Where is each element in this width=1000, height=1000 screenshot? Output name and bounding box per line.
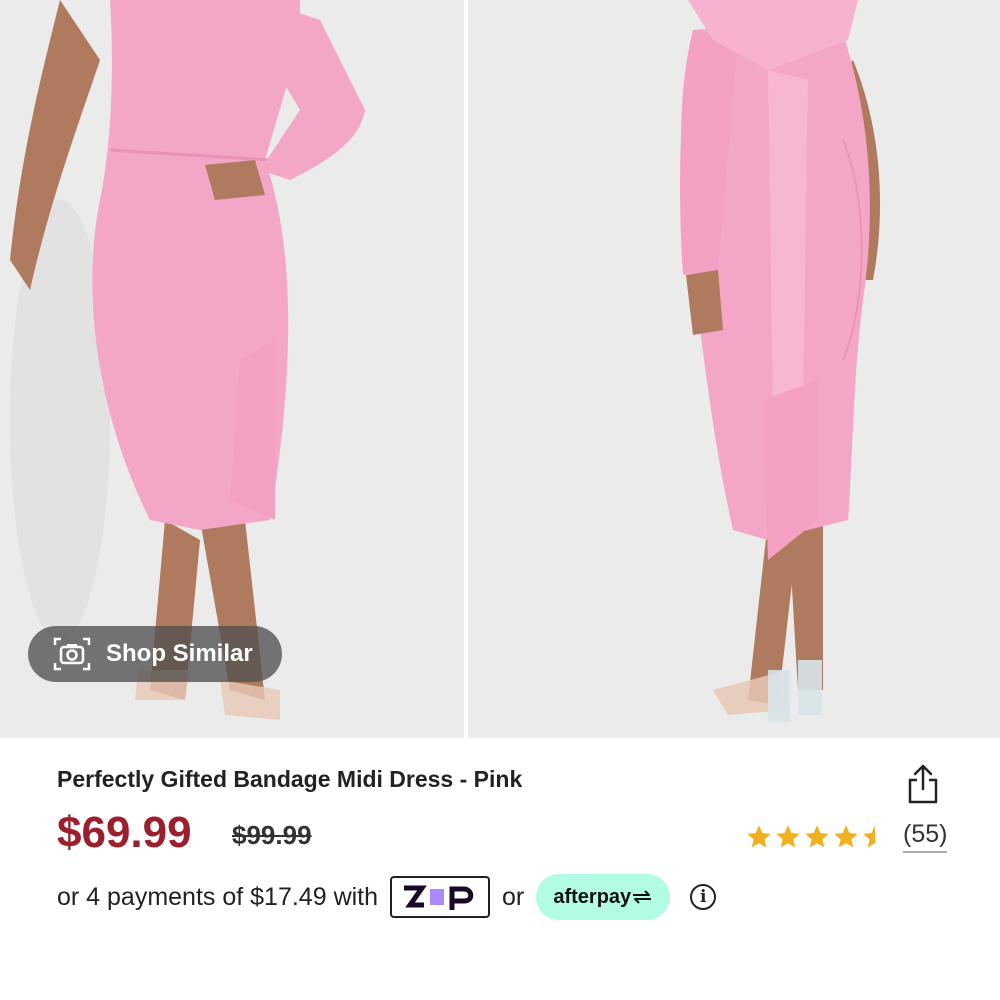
- afterpay-label: afterpay: [553, 885, 632, 908]
- original-price: $99.99: [232, 820, 312, 850]
- installment-payments: or 4 payments of $17.49 with or afterpay…: [57, 874, 717, 920]
- share-icon: [908, 764, 938, 804]
- product-info: Perfectly Gifted Bandage Midi Dress - Pi…: [0, 738, 1000, 1000]
- installment-text: or 4 payments of $17.49 with: [57, 882, 379, 911]
- star-icon: [834, 824, 858, 847]
- sale-price: $69.99: [57, 808, 192, 857]
- model-back-illustration: [468, 0, 1000, 738]
- star-icon: [776, 824, 800, 847]
- camera-icon: [52, 636, 92, 672]
- review-count-link[interactable]: (55): [903, 820, 948, 853]
- or-text: or: [502, 882, 525, 911]
- product-gallery[interactable]: Shop Similar: [0, 0, 1000, 738]
- shop-similar-button[interactable]: Shop Similar: [28, 626, 282, 682]
- product-image-back[interactable]: [468, 0, 1000, 738]
- info-icon[interactable]: i: [690, 884, 717, 910]
- product-image-front[interactable]: Shop Similar: [0, 0, 464, 738]
- afterpay-badge[interactable]: afterpay: [536, 874, 671, 920]
- star-rating: [745, 823, 889, 851]
- shop-similar-label: Shop Similar: [106, 640, 253, 667]
- rating[interactable]: (55): [745, 820, 948, 853]
- afterpay-arrows-icon: [633, 890, 652, 904]
- product-title: Perfectly Gifted Bandage Midi Dress - Pi…: [57, 766, 523, 792]
- star-icon: [805, 824, 829, 847]
- share-button[interactable]: [904, 762, 942, 806]
- zip-logo-icon: [404, 885, 474, 910]
- star-icon: [747, 824, 771, 847]
- half-star-icon: [863, 824, 887, 847]
- zip-badge[interactable]: [390, 876, 491, 918]
